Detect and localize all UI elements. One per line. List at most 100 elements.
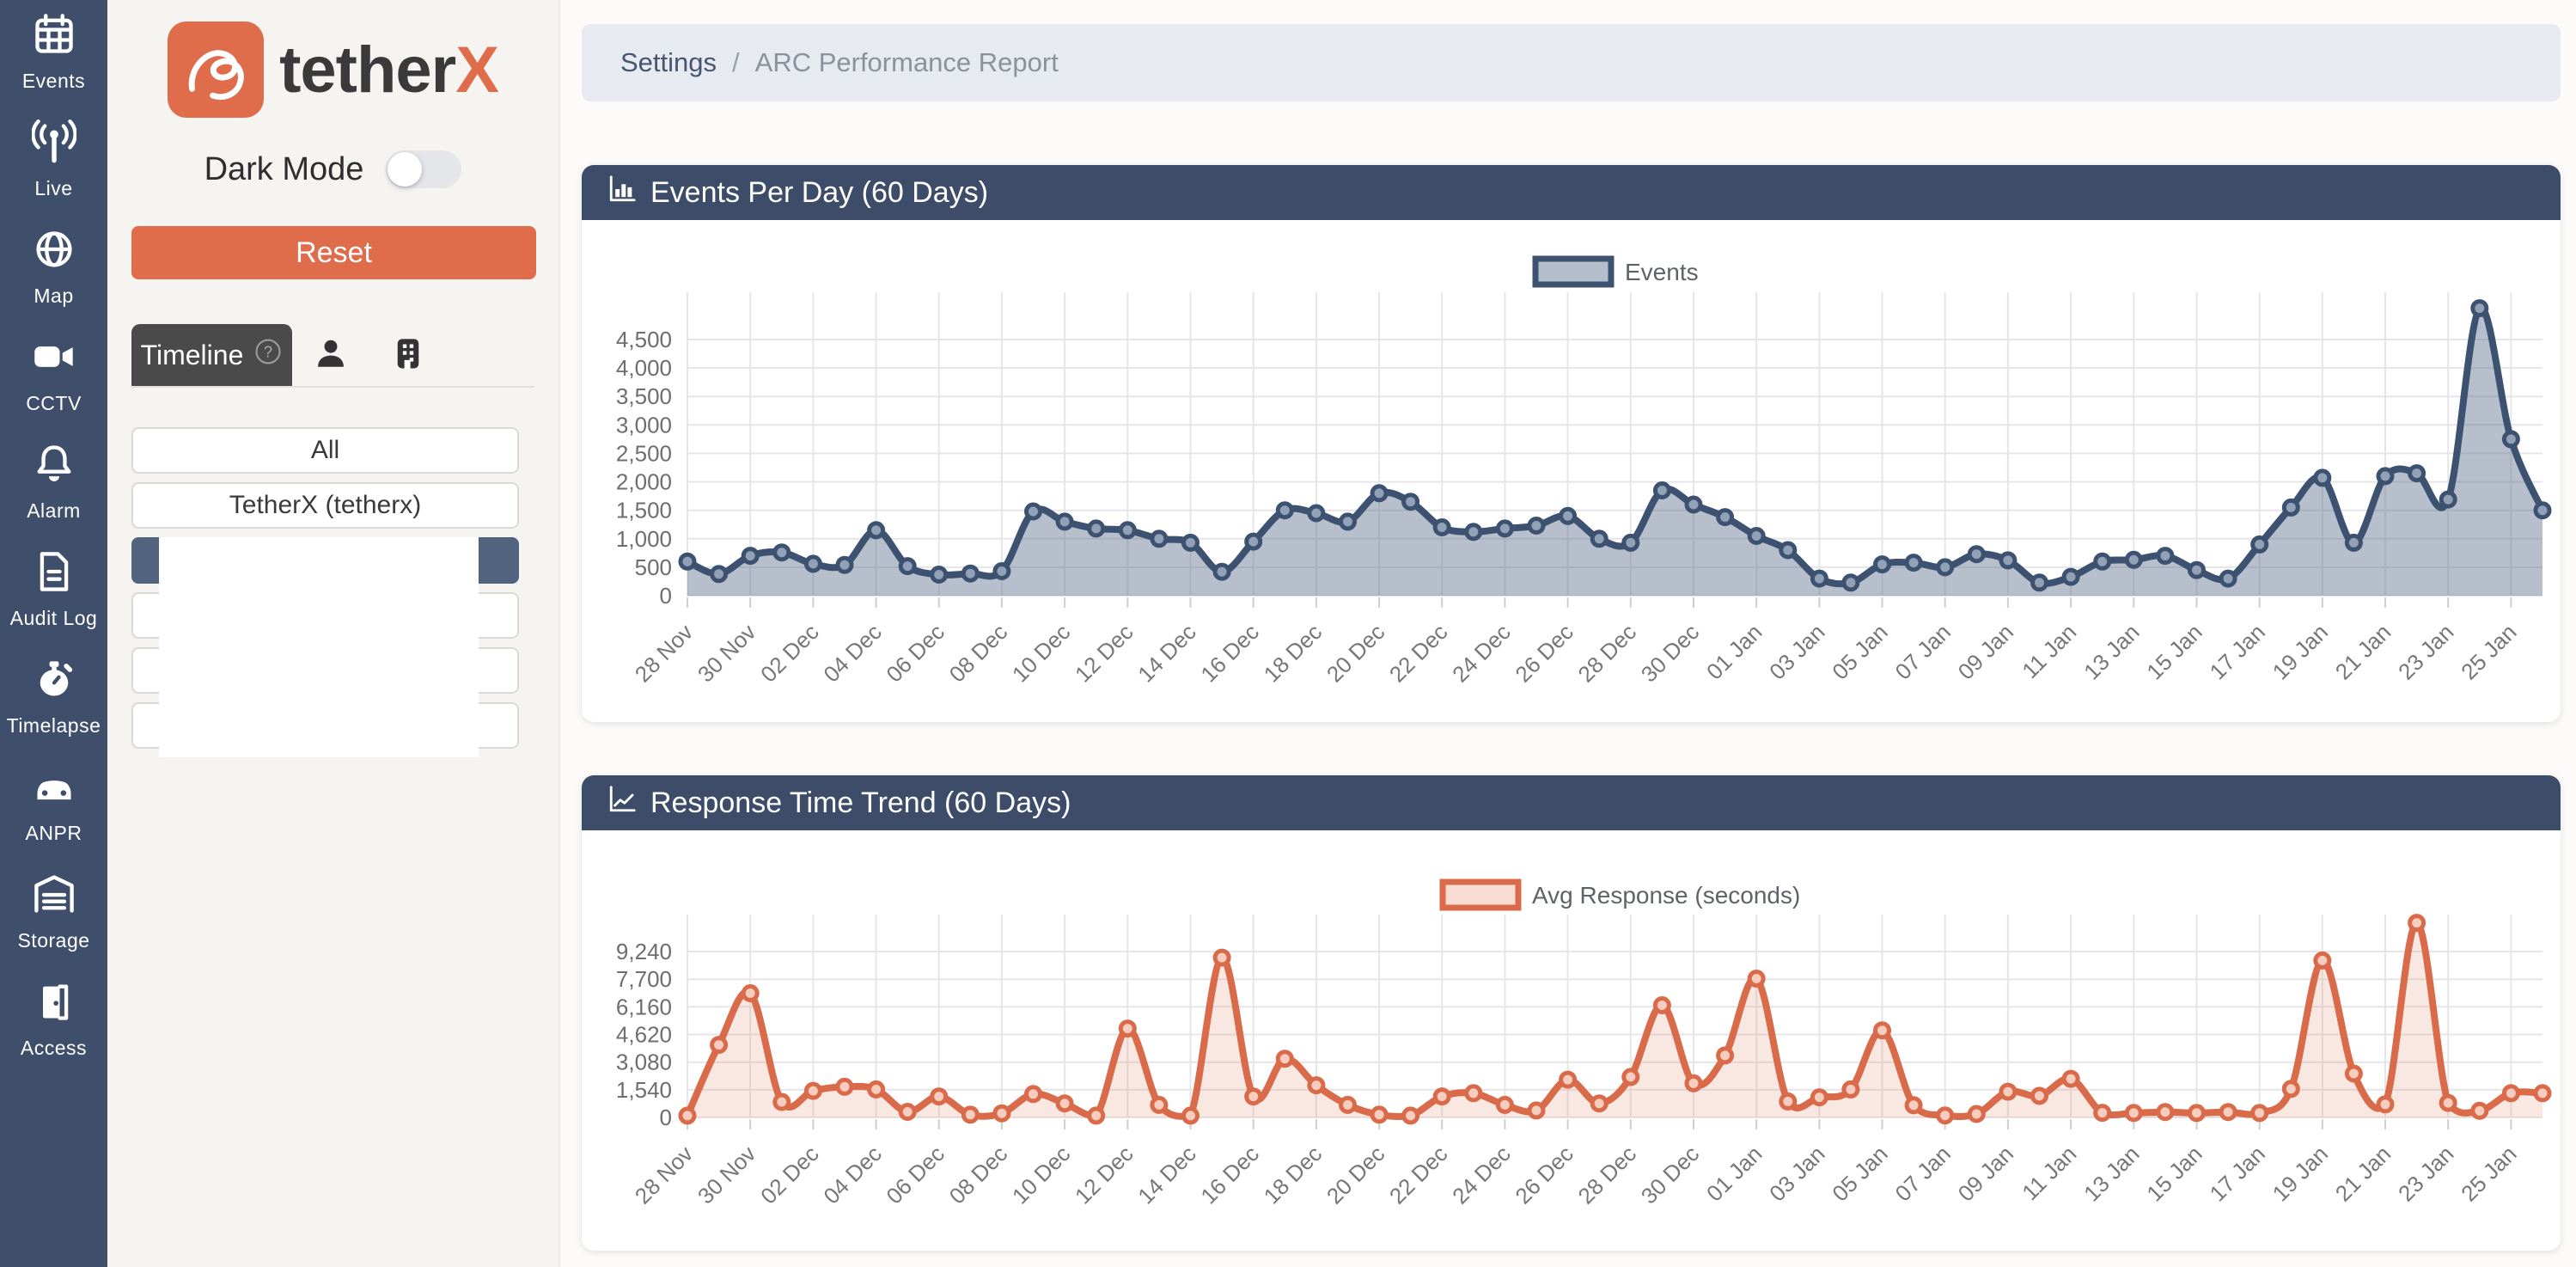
svg-text:01 Jan: 01 Jan bbox=[1701, 619, 1767, 684]
svg-text:7,700: 7,700 bbox=[616, 966, 672, 992]
svg-text:3,080: 3,080 bbox=[616, 1050, 672, 1075]
svg-text:Events: Events bbox=[1625, 259, 1699, 285]
sidebar-item-storage[interactable]: Storage bbox=[0, 872, 107, 979]
svg-text:04 Dec: 04 Dec bbox=[818, 1141, 886, 1209]
dark-mode-label: Dark Mode bbox=[204, 151, 364, 188]
tab-sites[interactable] bbox=[369, 324, 447, 386]
svg-text:06 Dec: 06 Dec bbox=[881, 619, 949, 687]
sidebar-item-alarm[interactable]: Alarm bbox=[0, 442, 107, 549]
svg-text:0: 0 bbox=[660, 583, 672, 609]
events-chart[interactable]: 05001,0001,5002,0002,5003,0003,5004,0004… bbox=[582, 220, 2561, 722]
svg-text:08 Dec: 08 Dec bbox=[944, 619, 1012, 687]
sidebar-item-access[interactable]: Access bbox=[0, 979, 107, 1086]
svg-text:3,000: 3,000 bbox=[616, 412, 672, 438]
filter-tabs: Timeline ? bbox=[131, 324, 534, 388]
svg-text:30 Dec: 30 Dec bbox=[1636, 1141, 1704, 1209]
svg-text:11 Jan: 11 Jan bbox=[2017, 1141, 2081, 1205]
svg-text:6,160: 6,160 bbox=[616, 994, 672, 1019]
breadcrumb: Settings / ARC Performance Report bbox=[582, 24, 2561, 101]
filter-sidebar: tetherX Dark Mode Reset Timeline ? All bbox=[107, 0, 560, 1267]
toggle-knob bbox=[388, 152, 422, 187]
sidebar-item-anpr[interactable]: ANPR bbox=[0, 764, 107, 872]
svg-text:500: 500 bbox=[635, 554, 672, 580]
svg-text:4,000: 4,000 bbox=[616, 355, 672, 381]
svg-text:24 Dec: 24 Dec bbox=[1447, 1141, 1515, 1209]
svg-text:22 Dec: 22 Dec bbox=[1384, 619, 1452, 687]
stopwatch-icon bbox=[32, 657, 76, 706]
breadcrumb-separator: / bbox=[732, 47, 740, 78]
nav-item-label: Events bbox=[22, 70, 85, 93]
svg-text:28 Dec: 28 Dec bbox=[1573, 1141, 1641, 1209]
video-camera-icon bbox=[32, 334, 76, 383]
svg-text:20 Dec: 20 Dec bbox=[1322, 1141, 1389, 1209]
svg-text:12 Dec: 12 Dec bbox=[1070, 619, 1138, 687]
sidebar-item-audit-log[interactable]: Audit Log bbox=[0, 549, 107, 657]
svg-text:Avg Response (seconds): Avg Response (seconds) bbox=[1532, 882, 1800, 909]
building-icon bbox=[390, 335, 426, 376]
nav-item-label: Storage bbox=[17, 929, 89, 952]
filter-option[interactable]: All bbox=[131, 427, 519, 474]
car-icon bbox=[32, 764, 76, 813]
svg-text:07 Jan: 07 Jan bbox=[1890, 619, 1956, 684]
svg-text:07 Jan: 07 Jan bbox=[1890, 1141, 1956, 1206]
svg-text:09 Jan: 09 Jan bbox=[1953, 619, 2018, 684]
svg-text:2,500: 2,500 bbox=[616, 440, 672, 466]
sidebar-item-map[interactable]: Map bbox=[0, 227, 107, 334]
svg-text:21 Jan: 21 Jan bbox=[2330, 1141, 2396, 1206]
svg-text:06 Dec: 06 Dec bbox=[881, 1141, 949, 1209]
filter-option[interactable]: TetherX (tetherx) bbox=[131, 482, 519, 529]
svg-text:10 Dec: 10 Dec bbox=[1007, 1141, 1075, 1209]
svg-text:28 Nov: 28 Nov bbox=[630, 1141, 698, 1209]
svg-text:01 Jan: 01 Jan bbox=[1701, 1141, 1767, 1206]
brand-logo[interactable]: tetherX bbox=[107, 21, 559, 118]
svg-text:23 Jan: 23 Jan bbox=[2393, 1141, 2458, 1206]
nav-item-label: Map bbox=[34, 285, 73, 308]
svg-text:14 Dec: 14 Dec bbox=[1132, 619, 1200, 687]
bell-icon bbox=[32, 442, 76, 491]
person-icon bbox=[313, 335, 349, 376]
brand-name: tetherX bbox=[279, 33, 498, 107]
sidebar-item-timelapse[interactable]: Timelapse bbox=[0, 657, 107, 764]
svg-text:30 Nov: 30 Nov bbox=[693, 1141, 760, 1209]
card-header: Response Time Trend (60 Days) bbox=[582, 775, 2561, 830]
dark-mode-toggle[interactable] bbox=[386, 150, 461, 188]
svg-text:02 Dec: 02 Dec bbox=[755, 619, 823, 687]
app-root: Events Live Map CCTV Alarm bbox=[0, 0, 2576, 1267]
response-time-card: Response Time Trend (60 Days) 01,5403,08… bbox=[582, 775, 2561, 1251]
svg-text:11 Jan: 11 Jan bbox=[2017, 619, 2081, 683]
svg-text:4,500: 4,500 bbox=[616, 327, 672, 352]
sidebar-item-cctv[interactable]: CCTV bbox=[0, 334, 107, 442]
response-chart[interactable]: 01,5403,0804,6206,1607,7009,24028 Nov30 … bbox=[582, 830, 2561, 1251]
svg-text:28 Dec: 28 Dec bbox=[1573, 619, 1641, 687]
svg-text:3,500: 3,500 bbox=[616, 383, 672, 409]
nav-item-label: Audit Log bbox=[10, 607, 98, 630]
svg-text:4,620: 4,620 bbox=[616, 1022, 672, 1048]
svg-text:17 Jan: 17 Jan bbox=[2205, 619, 2270, 684]
open-dropdown-panel bbox=[159, 537, 479, 757]
svg-text:10 Dec: 10 Dec bbox=[1007, 619, 1075, 687]
svg-text:21 Jan: 21 Jan bbox=[2330, 619, 2396, 684]
sidebar-item-live[interactable]: Live bbox=[0, 119, 107, 227]
svg-text:26 Dec: 26 Dec bbox=[1510, 1141, 1578, 1209]
sidebar-item-events[interactable]: Events bbox=[0, 12, 107, 119]
tab-timeline[interactable]: Timeline ? bbox=[131, 324, 292, 386]
card-header: Events Per Day (60 Days) bbox=[582, 165, 2561, 220]
svg-text:24 Dec: 24 Dec bbox=[1447, 619, 1515, 687]
nav-item-label: Timelapse bbox=[7, 714, 101, 738]
svg-text:14 Dec: 14 Dec bbox=[1132, 1141, 1200, 1209]
nav-item-label: Alarm bbox=[27, 499, 81, 523]
reset-button[interactable]: Reset bbox=[131, 226, 536, 279]
svg-text:05 Jan: 05 Jan bbox=[1827, 1141, 1892, 1206]
breadcrumb-settings-link[interactable]: Settings bbox=[620, 47, 717, 78]
card-title: Events Per Day (60 Days) bbox=[650, 176, 988, 210]
svg-text:09 Jan: 09 Jan bbox=[1953, 1141, 2018, 1206]
document-icon bbox=[32, 549, 76, 598]
filter-option-label: TetherX (tetherx) bbox=[229, 491, 421, 520]
svg-text:15 Jan: 15 Jan bbox=[2141, 1141, 2207, 1206]
tab-people[interactable] bbox=[292, 324, 369, 386]
svg-text:26 Dec: 26 Dec bbox=[1510, 619, 1578, 687]
svg-text:1,540: 1,540 bbox=[616, 1077, 672, 1103]
bar-chart-icon bbox=[607, 174, 637, 211]
card-title: Response Time Trend (60 Days) bbox=[650, 787, 1071, 820]
svg-text:12 Dec: 12 Dec bbox=[1070, 1141, 1138, 1209]
